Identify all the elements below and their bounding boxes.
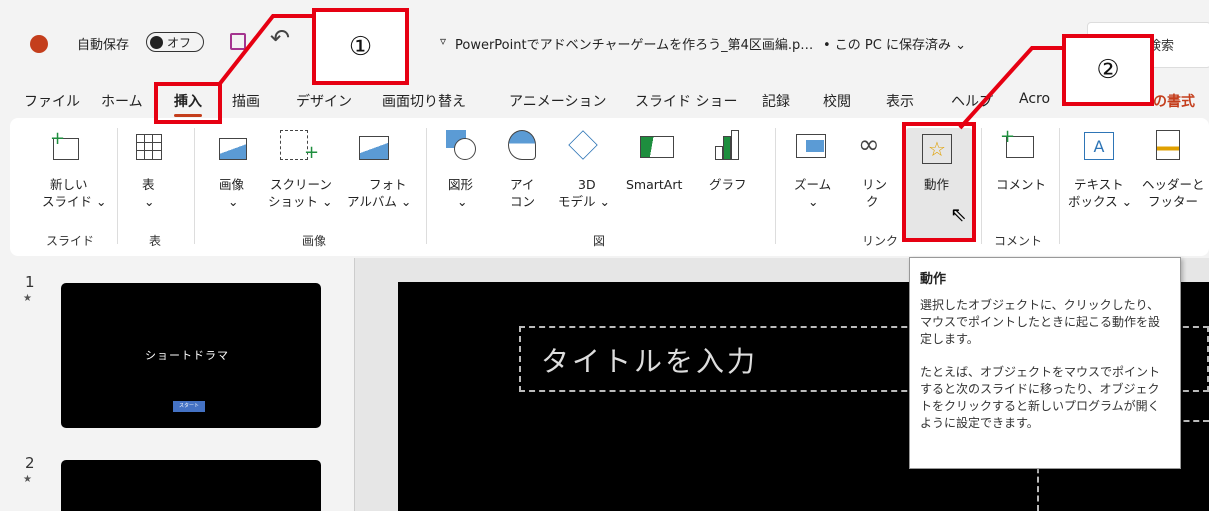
callout-2: ② xyxy=(1062,34,1154,106)
annotation-line-1 xyxy=(216,14,1066,130)
action-button-highlight xyxy=(902,122,976,242)
callout-1: ① xyxy=(312,8,409,85)
